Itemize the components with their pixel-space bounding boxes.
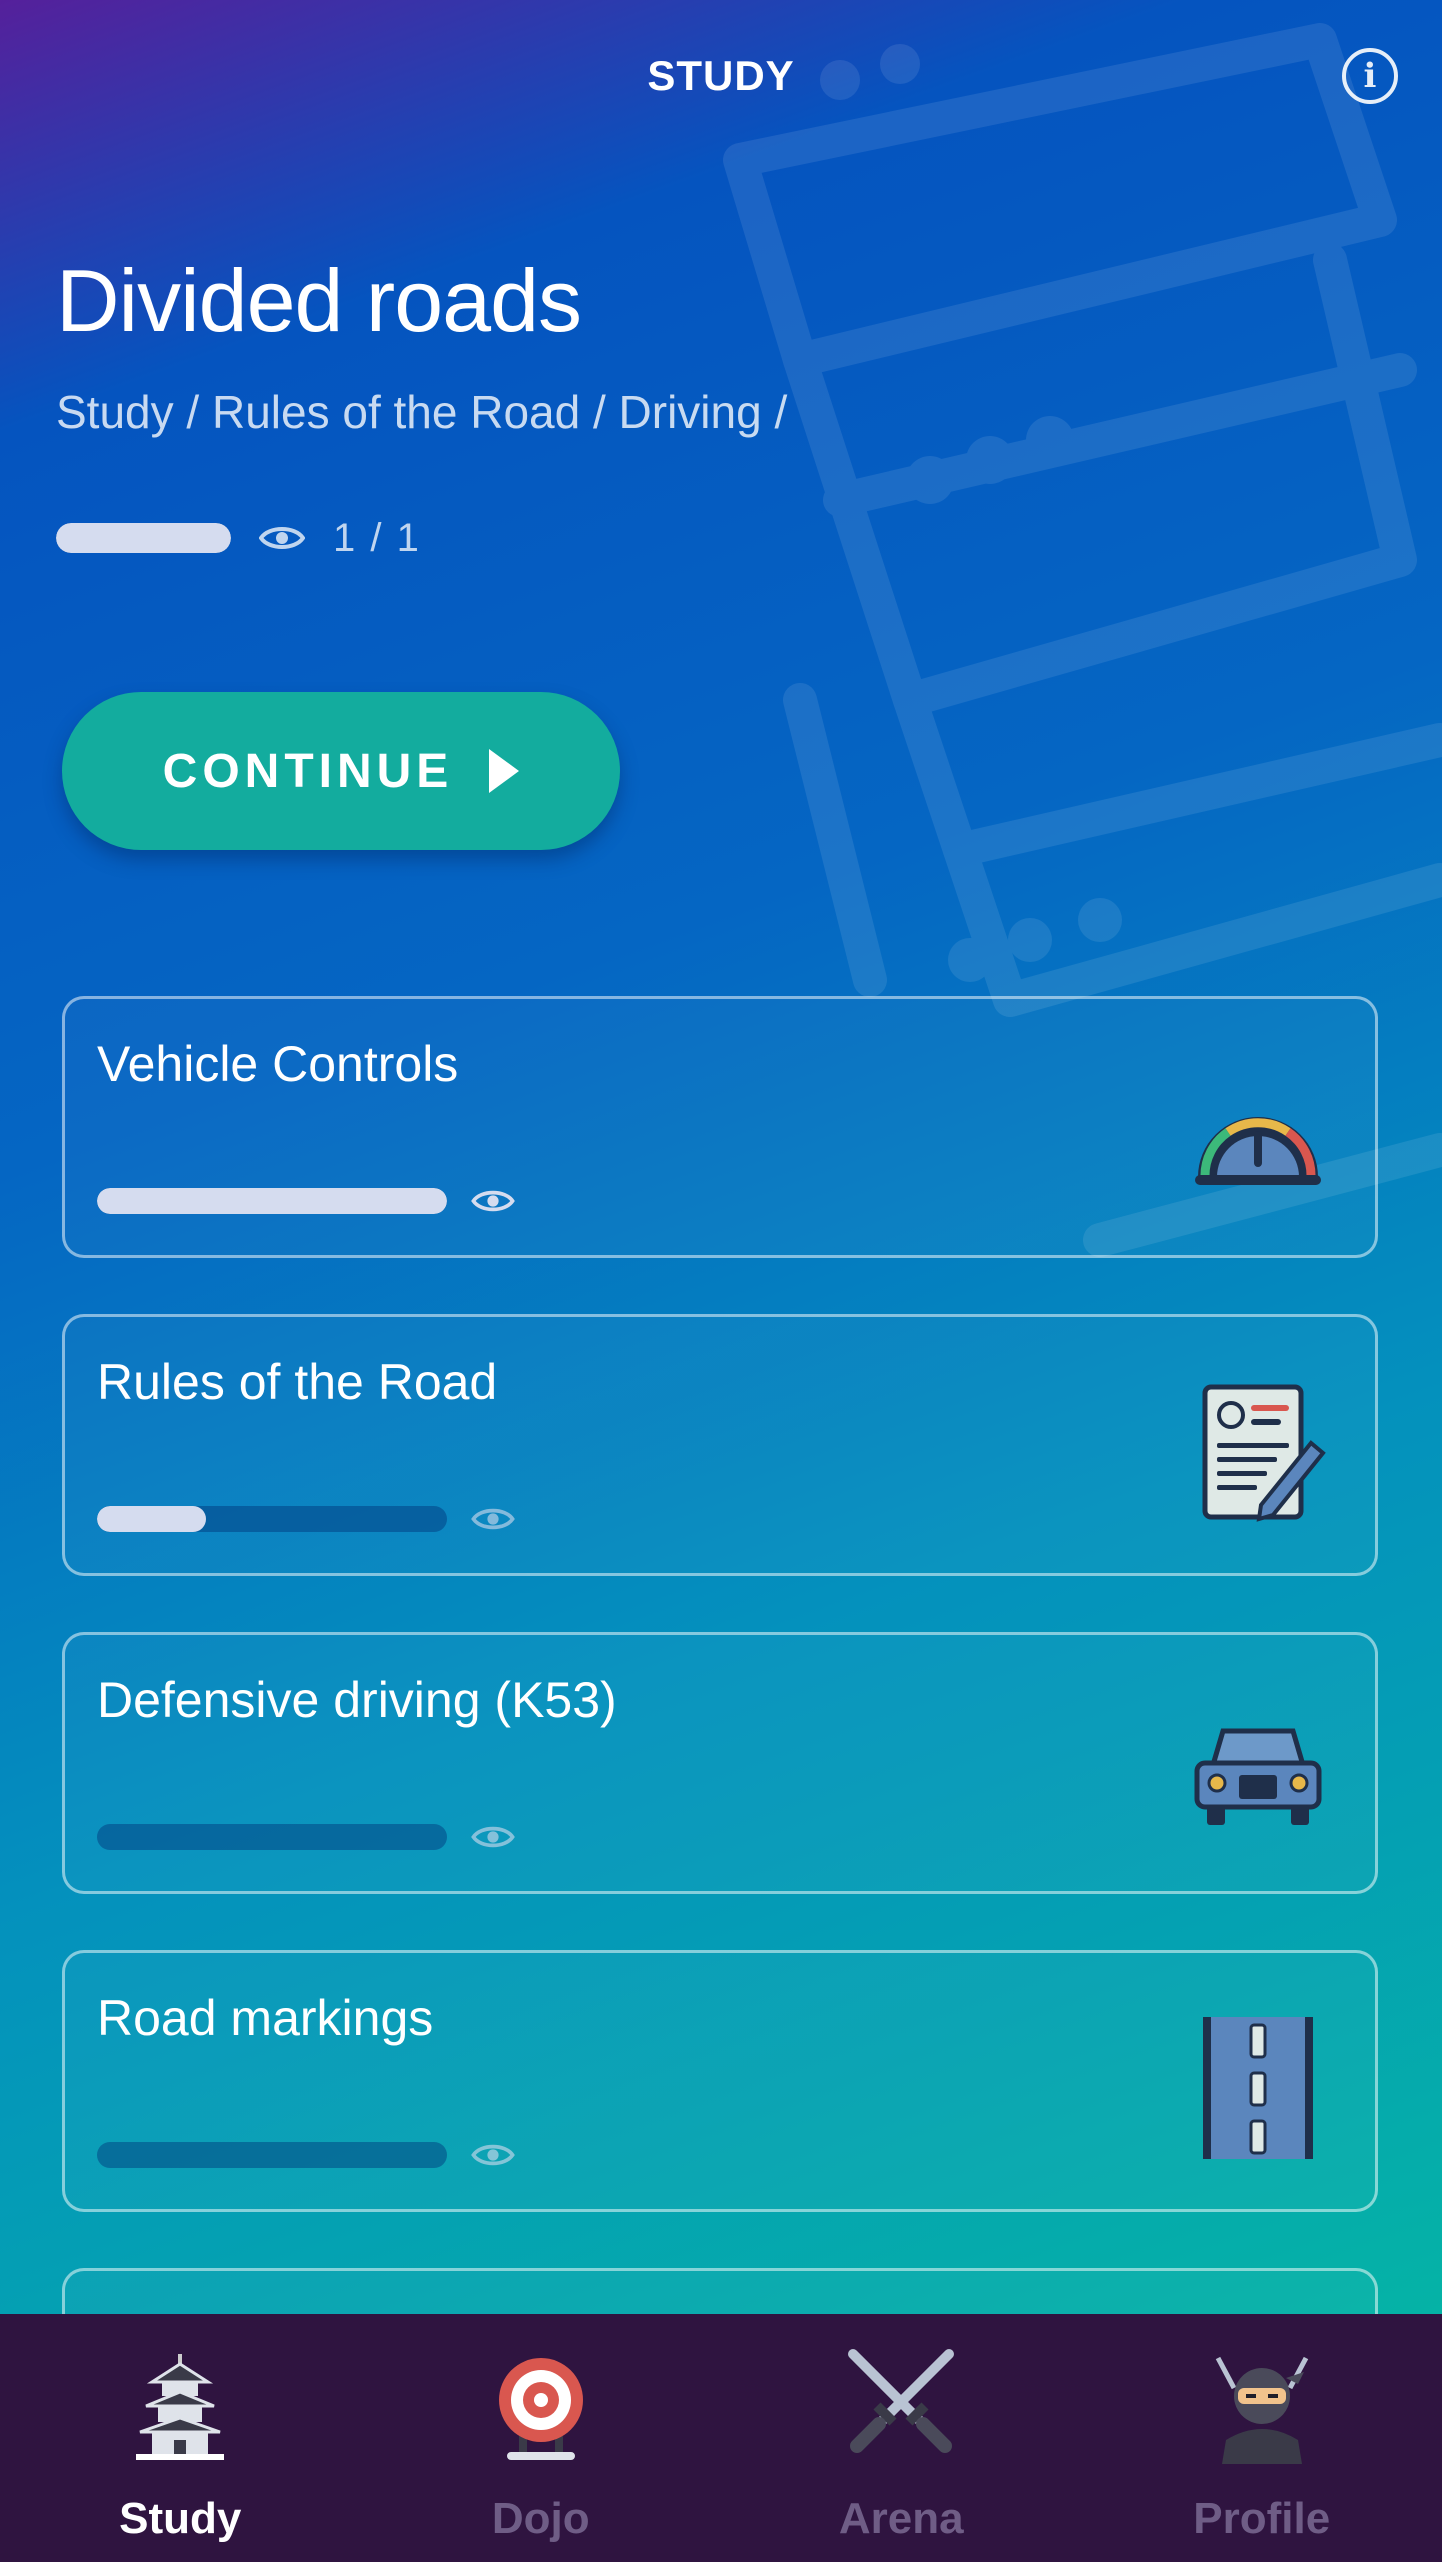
car-icon <box>1194 1728 1322 1825</box>
card-road-markings[interactable]: Road markings <box>62 1950 1378 2212</box>
card-progress <box>97 1823 515 1851</box>
breadcrumb[interactable]: Study / Rules of the Road / Driving / <box>56 385 787 439</box>
nav-profile[interactable]: Profile <box>1082 2314 1442 2562</box>
ninja-icon <box>1215 2356 1308 2464</box>
topic-progress-bar <box>56 523 231 553</box>
card-title: Rules of the Road <box>97 1354 498 1410</box>
eye-icon <box>259 527 305 549</box>
continue-label: CONTINUE <box>162 744 454 798</box>
card-progress <box>97 1187 515 1215</box>
screen-title: STUDY <box>647 52 795 99</box>
card-progress-bar <box>97 1188 447 1214</box>
road-icon <box>1203 2017 1313 2159</box>
info-icon[interactable]: i <box>1342 48 1398 104</box>
card-progress-bar <box>97 2142 447 2168</box>
nav-label: Profile <box>1193 2494 1331 2543</box>
card-defensive-driving[interactable]: Defensive driving (K53) <box>62 1632 1378 1894</box>
progress-count: 1 / 1 <box>333 515 421 560</box>
crossed-swords-icon <box>848 2349 955 2453</box>
nav-label: Arena <box>838 2494 964 2543</box>
nav-label: Dojo <box>491 2494 590 2543</box>
topic-progress-fill <box>56 523 231 553</box>
topic-progress: 1 / 1 <box>56 515 421 560</box>
continue-button[interactable]: CONTINUE <box>62 692 620 850</box>
nav-arena[interactable]: Arena <box>721 2314 1082 2562</box>
target-icon <box>498 2358 583 2460</box>
license-document-icon <box>1202 1384 1326 1522</box>
nav-label: Study <box>119 2494 242 2543</box>
speedometer-icon <box>1195 1117 1321 1185</box>
card-rules-of-the-road[interactable]: Rules of the Road <box>62 1314 1378 1576</box>
card-progress-bar <box>97 1506 447 1532</box>
pagoda-icon <box>136 2354 225 2460</box>
card-progress <box>97 2141 515 2169</box>
eye-icon <box>471 1826 515 1848</box>
eye-icon <box>471 2144 515 2166</box>
card-progress-bar <box>97 1824 447 1850</box>
card-title: Vehicle Controls <box>97 1036 459 1092</box>
top-bar: STUDY i <box>0 0 1442 160</box>
card-title: Defensive driving (K53) <box>97 1672 617 1728</box>
card-progress <box>97 1505 515 1533</box>
bottom-navigation: Study Dojo Arena Profile <box>0 2314 1442 2562</box>
card-title: Road markings <box>97 1990 434 2046</box>
play-icon <box>489 749 520 793</box>
nav-dojo[interactable]: Dojo <box>361 2314 722 2562</box>
eye-icon <box>471 1190 515 1212</box>
page-title: Divided roads <box>56 251 582 350</box>
card-vehicle-controls[interactable]: Vehicle Controls <box>62 996 1378 1258</box>
nav-study[interactable]: Study <box>0 2314 361 2562</box>
eye-icon <box>471 1508 515 1530</box>
